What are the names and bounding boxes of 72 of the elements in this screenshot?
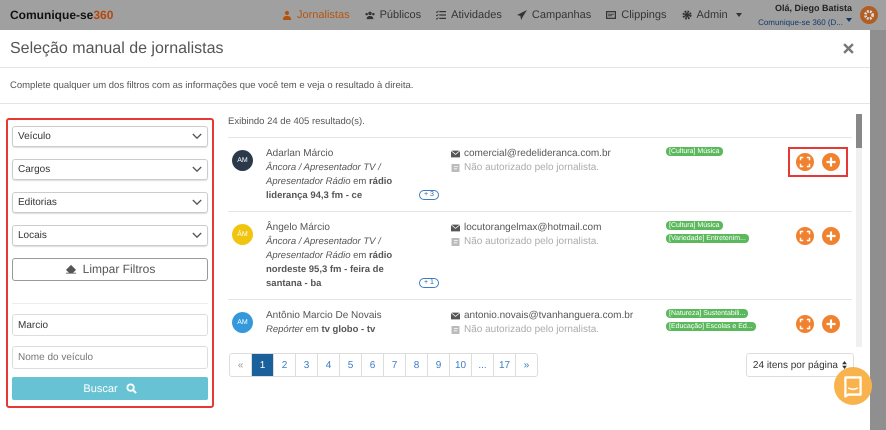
expand-button[interactable]	[796, 227, 814, 245]
person-icon	[282, 10, 292, 20]
filter-select[interactable]: Cargos	[12, 158, 208, 180]
journalist-role: Âncora / Apresentador TV / Apresentador Rádio em rádio nordeste 95,3 fm - feira de santana - ba	[266, 235, 394, 291]
settings-icon	[682, 10, 692, 20]
eraser-icon	[64, 264, 77, 274]
logo: Comunique-se360	[10, 8, 114, 22]
people-icon	[364, 10, 375, 20]
chevron-down-icon	[192, 132, 202, 140]
phone-text: Não autorizado pelo jornalista.	[464, 323, 600, 337]
nav-link[interactable]: Campanhas	[516, 9, 592, 21]
journalist-name: Antônio Marcio De Novais	[266, 309, 383, 323]
nav-link[interactable]: Públicos	[364, 9, 422, 21]
page-link[interactable]: 2	[274, 354, 296, 376]
add-button[interactable]	[822, 227, 840, 245]
modal-description: Complete qualquer um dos filtros com as informações que você tem e veja o resultado à direita.	[0, 68, 870, 104]
scrollbar-thumb[interactable]	[856, 114, 862, 148]
account-dropdown[interactable]: Comunique-se 360 (D...	[758, 15, 852, 27]
chevron-down-icon	[192, 166, 202, 173]
phone-book-icon	[451, 164, 460, 172]
envelope-icon	[451, 150, 460, 158]
page-link[interactable]: 7	[384, 354, 406, 376]
list-icon	[436, 10, 446, 20]
next-page-link[interactable]: »	[516, 354, 537, 376]
page-link[interactable]: 8	[406, 354, 428, 376]
page-link[interactable]: ...	[472, 354, 494, 376]
envelope-icon	[451, 224, 460, 232]
journalist-role: Âncora / Apresentador TV / Apresentador Rádio em rádio liderança 94,3 fm - ce	[266, 161, 394, 203]
page-link[interactable]: 3	[296, 354, 318, 376]
page-link[interactable]: 5	[340, 354, 362, 376]
phone-book-icon	[451, 326, 460, 334]
phone-text: Não autorizado pelo jornalista.	[464, 161, 600, 175]
email-text: comercial@redelideranca.com.br	[464, 147, 611, 161]
results-summary: Exibindo 24 de 405 resultado(s).	[228, 104, 852, 138]
modal-title: Seleção manual de jornalistas	[10, 40, 224, 58]
page-link[interactable]: 4	[318, 354, 340, 376]
filter-select[interactable]: Veículo	[12, 126, 208, 147]
phone-book-icon	[451, 238, 460, 246]
chevron-down-icon	[192, 232, 202, 239]
journalist-name: Ângelo Márcio	[266, 221, 331, 235]
nav-link[interactable]: Clippings	[606, 9, 666, 21]
journalist-name: Adarlan Márcio	[266, 147, 334, 161]
card-icon	[606, 10, 616, 20]
filter-select[interactable]: Locais	[12, 224, 208, 246]
page-link[interactable]: 9	[428, 354, 450, 376]
filter-select[interactable]: Editorias	[12, 192, 208, 213]
close-icon[interactable]	[843, 43, 854, 54]
clear-filters-button[interactable]: Limpar Filtros	[12, 258, 208, 281]
settings-icon[interactable]	[860, 6, 878, 24]
nav-link[interactable]: Atividades	[436, 9, 502, 21]
phone-text: Não autorizado pelo jornalista.	[464, 235, 600, 249]
expand-button[interactable]	[796, 315, 814, 333]
expand-button[interactable]	[796, 153, 814, 171]
envelope-icon	[451, 312, 460, 320]
journalist-role: Repórter em tv globo - tv	[266, 323, 376, 337]
items-per-page-select[interactable]: 24 itens por página	[746, 353, 854, 377]
text-field[interactable]: Marcio	[12, 314, 208, 336]
page-link[interactable]: 10	[450, 354, 472, 376]
search-icon	[126, 383, 137, 394]
paper-plane-icon	[516, 10, 527, 20]
page-link[interactable]: 1	[252, 354, 274, 376]
add-button[interactable]	[822, 153, 840, 171]
email-text: locutorangelmax@hotmail.com	[464, 221, 602, 235]
nav-link[interactable]: Admin	[682, 9, 742, 21]
page-link[interactable]: 6	[362, 354, 384, 376]
text-field[interactable]: Nome do veículo	[12, 346, 208, 370]
sort-arrows-icon	[842, 361, 847, 369]
user-greeting: Olá, Diego Batista	[774, 3, 852, 13]
email-text: antonio.novais@tvanhanguera.com.br	[464, 309, 634, 323]
add-button[interactable]	[822, 315, 840, 333]
page-link[interactable]: 17	[494, 354, 516, 376]
chevron-down-icon	[192, 198, 202, 206]
